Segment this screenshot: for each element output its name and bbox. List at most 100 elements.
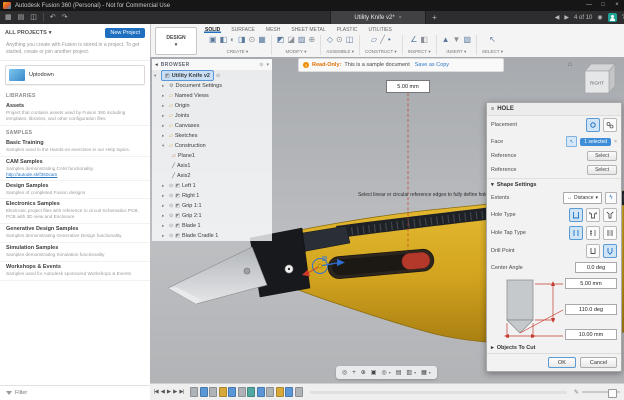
shape-settings-section[interactable]: ▾ Shape Settings: [487, 180, 621, 190]
history-next-icon[interactable]: ▶: [564, 14, 569, 21]
press-pull-icon[interactable]: ◩: [277, 35, 285, 44]
expand-icon[interactable]: ▸: [162, 93, 167, 99]
expand-icon[interactable]: ▸: [162, 123, 167, 129]
group-create-label[interactable]: CREATE ▾: [227, 49, 248, 55]
all-projects-dropdown[interactable]: ALL PROJECTS ▾: [5, 30, 52, 36]
browser-item[interactable]: ▸▱Canvases: [152, 121, 272, 131]
sample-item-cam-samples[interactable]: CAM Samples Samples demonstrating CAM fu…: [0, 157, 150, 181]
expand-icon[interactable]: ▸: [162, 193, 167, 199]
canvas-icon[interactable]: ▧: [463, 35, 471, 44]
orbit-icon[interactable]: ◎: [381, 369, 386, 376]
library-item-assets[interactable]: Assets Project that contains assets used…: [0, 101, 150, 126]
expand-icon[interactable]: ▾: [162, 143, 167, 149]
expand-icon[interactable]: ▸: [162, 223, 167, 229]
sample-item-basic-training[interactable]: Basic Training Samples used in the Hands…: [0, 138, 150, 157]
tab-sheet-metal[interactable]: SHEET METAL: [290, 27, 326, 33]
eye-icon[interactable]: ⊙: [169, 233, 173, 239]
eye-icon[interactable]: ⊙: [169, 193, 173, 199]
clear-selection-icon[interactable]: ×: [614, 139, 617, 145]
group-modify-label[interactable]: MODIFY ▾: [286, 49, 307, 55]
point-angle-input[interactable]: 110.0 deg: [565, 304, 617, 315]
workspace-switcher[interactable]: DESIGN ▾: [155, 27, 197, 55]
timeline-zoom-slider[interactable]: [582, 391, 620, 393]
step-back-button[interactable]: ◀: [161, 389, 164, 395]
revolve-icon[interactable]: ◐: [230, 35, 235, 44]
sample-item-workshops-events[interactable]: Workshops & Events Samples used for Auto…: [0, 262, 150, 281]
timeline-slider-handle[interactable]: [608, 389, 617, 398]
new-project-button[interactable]: New Project: [105, 28, 145, 38]
browser-item[interactable]: ▸⚙Document Settings: [152, 81, 272, 91]
browser-menu-icon[interactable]: ▾: [266, 62, 269, 68]
insert-mesh-icon[interactable]: ▲: [442, 35, 450, 44]
edit-feature-icon[interactable]: ✎: [574, 389, 579, 396]
tapped-toggle[interactable]: [603, 226, 617, 240]
browser-item[interactable]: ╱Axis1: [152, 161, 272, 171]
browser-item[interactable]: ▸⊙◩Grip 1:1: [152, 201, 272, 211]
timeline-feature-marker[interactable]: [247, 387, 255, 397]
undo-icon[interactable]: ↶: [50, 11, 56, 24]
data-panel-toggle-icon[interactable]: ▦: [5, 11, 12, 24]
steering-wheel-icon[interactable]: ◎: [342, 369, 347, 376]
zoom-icon[interactable]: ⊕: [361, 369, 366, 376]
browser-item[interactable]: ▾▱Construction: [152, 141, 272, 151]
save-icon[interactable]: ◫: [30, 11, 37, 24]
timeline-feature-marker[interactable]: [276, 387, 284, 397]
to-object-icon[interactable]: ϟ: [605, 192, 617, 204]
play-button[interactable]: ▶: [167, 389, 170, 395]
tab-solid[interactable]: SOLID: [204, 27, 221, 33]
diameter-input[interactable]: 10.00 mm: [565, 329, 617, 340]
timeline-feature-marker[interactable]: [266, 387, 274, 397]
redo-icon[interactable]: ↷: [62, 11, 68, 24]
expand-icon[interactable]: ▸: [162, 103, 167, 109]
home-icon[interactable]: ⌂: [568, 61, 572, 68]
combine-icon[interactable]: ⊕: [308, 35, 315, 44]
browser-item[interactable]: ▸⊙◩Grip 2:1: [152, 211, 272, 221]
collapse-browser-icon[interactable]: ◂: [155, 62, 158, 68]
timeline-feature-marker[interactable]: [285, 387, 293, 397]
dialog-header[interactable]: ≡ HOLE: [487, 103, 621, 116]
group-assemble-label[interactable]: ASSEMBLE ▾: [326, 49, 354, 55]
browser-item[interactable]: ▱Plane1: [152, 151, 272, 161]
group-inspect-label[interactable]: INSPECT ▾: [408, 49, 431, 55]
sample-item-generative-design-samples[interactable]: Generative Design Samples Samples demons…: [0, 224, 150, 243]
hole-icon[interactable]: ⊙: [249, 35, 256, 44]
browser-item[interactable]: ▸⊙◩Right 1: [152, 191, 272, 201]
split-icon[interactable]: ◫: [346, 35, 354, 44]
pattern-icon[interactable]: ▦: [258, 35, 266, 44]
section-analysis-icon[interactable]: ◧: [420, 35, 428, 44]
cancel-button[interactable]: Cancel: [580, 357, 617, 368]
blade-release-button[interactable]: [401, 252, 430, 270]
depth-input[interactable]: 5.00 mm: [565, 278, 617, 289]
clearance-tap-toggle[interactable]: [586, 226, 600, 240]
reference-select-button[interactable]: Select: [587, 151, 617, 161]
eye-icon[interactable]: ⊙: [169, 223, 173, 229]
tab-mesh[interactable]: MESH: [265, 27, 281, 33]
select-cursor-icon[interactable]: ↖: [489, 35, 496, 44]
user-avatar[interactable]: [608, 13, 617, 22]
sweep-icon[interactable]: ◨: [238, 35, 246, 44]
eye-icon[interactable]: ⊙: [169, 213, 173, 219]
counterbore-toggle[interactable]: [586, 208, 600, 222]
single-hole-toggle[interactable]: [586, 118, 600, 132]
tab-plastic[interactable]: PLASTIC: [336, 27, 359, 33]
expand-icon[interactable]: ▸: [162, 183, 167, 189]
new-tab-button[interactable]: +: [428, 11, 441, 24]
eye-icon[interactable]: ⊙: [169, 183, 173, 189]
tab-surface[interactable]: SURFACE: [230, 27, 256, 33]
tab-utilities[interactable]: UTILITIES: [367, 27, 392, 33]
maximize-button[interactable]: □: [596, 0, 610, 11]
minimize-button[interactable]: —: [582, 0, 596, 11]
display-settings-icon[interactable]: ⊙: [259, 62, 263, 68]
decal-icon[interactable]: ▼: [453, 35, 461, 44]
drag-handle-icon[interactable]: ≡: [491, 106, 494, 112]
extrude-icon[interactable]: ◧: [220, 35, 228, 44]
document-tab[interactable]: Utility Knife v2* ×: [330, 11, 426, 24]
history-prev-icon[interactable]: ◀: [555, 14, 560, 21]
sample-item-electronics-samples[interactable]: Electronics Samples Electronic project f…: [0, 199, 150, 224]
point-icon[interactable]: •: [388, 35, 391, 44]
simple-tap-toggle[interactable]: [569, 226, 583, 240]
sample-item-design-samples[interactable]: Design Samples Samples of completed Fusi…: [0, 181, 150, 200]
expand-icon[interactable]: ▸: [162, 133, 167, 139]
timeline-feature-marker[interactable]: [200, 387, 208, 397]
browser-item[interactable]: ▸⊙◩Left 1: [152, 181, 272, 191]
